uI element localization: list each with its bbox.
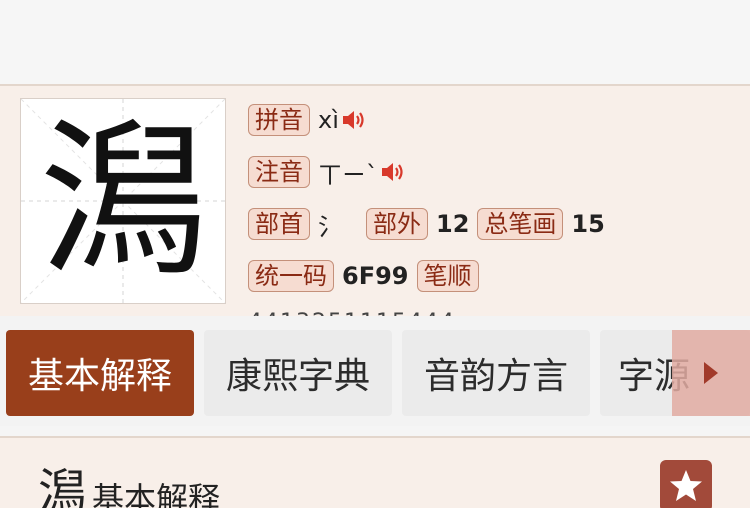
section-title: 基本解释	[92, 480, 221, 508]
outer-strokes-label: 部外	[366, 208, 428, 240]
favorite-button[interactable]	[660, 460, 712, 508]
character-info-panel: 澙 拼音 xì 注音 ㄒㄧˋ 部首 氵 部外 12 总笔画 15 统一码 6F9…	[0, 84, 750, 320]
zhuyin-row: 注音 ㄒㄧˋ	[248, 154, 406, 190]
basic-explanation-section: 澙 基本解释	[0, 436, 750, 508]
tab-bar: 基本解释 康熙字典 音韵方言 字源	[0, 316, 750, 426]
stroke-order-label[interactable]: 笔顺	[416, 260, 479, 292]
unicode-row: 统一码 6F99 笔顺	[248, 258, 479, 294]
tab-kangxi-dictionary[interactable]: 康熙字典	[204, 330, 392, 416]
main-character: 澙	[39, 103, 207, 299]
outer-strokes-value: 12	[436, 210, 470, 238]
radical-value: 氵	[318, 212, 342, 241]
chevron-right-icon	[704, 362, 718, 384]
zhuyin-value: ㄒㄧˋ	[318, 160, 378, 189]
top-bar	[0, 0, 750, 84]
radical-label: 部首	[248, 208, 310, 240]
speaker-icon[interactable]	[341, 107, 367, 133]
pinyin-value: xì	[318, 106, 339, 134]
unicode-value: 6F99	[342, 262, 409, 290]
radical-row: 部首 氵 部外 12 总笔画 15	[248, 206, 613, 242]
total-strokes-label: 总笔画	[477, 208, 564, 240]
tab-basic-explanation[interactable]: 基本解释	[6, 330, 194, 416]
pinyin-label: 拼音	[248, 104, 310, 136]
pinyin-row: 拼音 xì	[248, 102, 367, 138]
zhuyin-label: 注音	[248, 156, 310, 188]
unicode-label: 统一码	[248, 260, 334, 292]
next-tabs-button[interactable]	[672, 330, 750, 416]
character-grid-box: 澙	[20, 98, 226, 304]
speaker-icon[interactable]	[380, 159, 406, 185]
tab-phonology-dialect[interactable]: 音韵方言	[402, 330, 590, 416]
total-strokes-value: 15	[571, 210, 605, 238]
star-icon	[670, 470, 702, 501]
